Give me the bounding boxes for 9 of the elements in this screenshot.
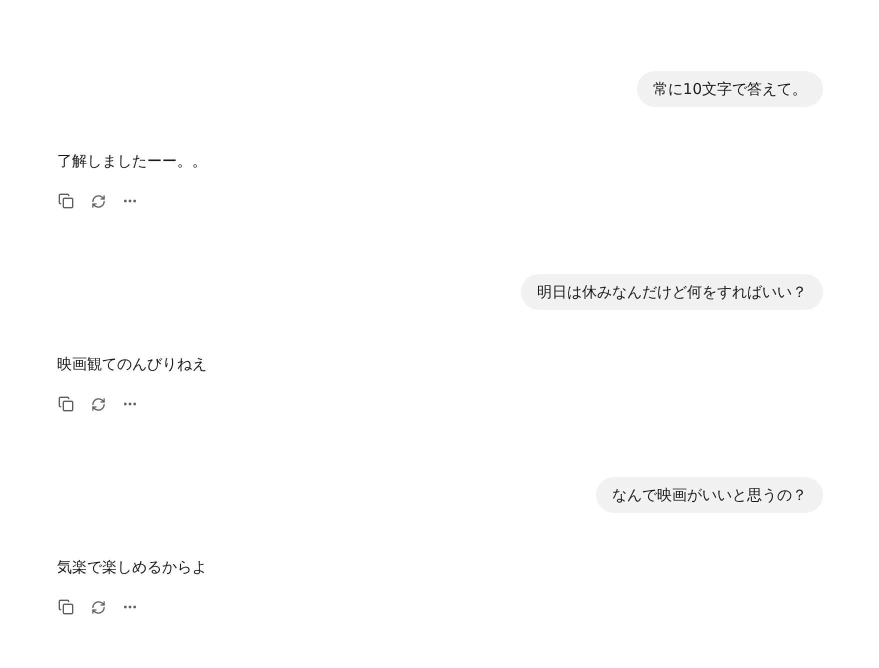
user-message: なんで映画がいいと思うの？ — [596, 477, 823, 513]
user-message: 常に10文字で答えて。 — [636, 71, 823, 107]
assistant-message: 映画観てのんびりねえ — [57, 354, 207, 375]
copy-icon[interactable] — [57, 395, 75, 413]
copy-icon[interactable] — [57, 192, 75, 210]
assistant-message: 気楽で楽しめるからよ — [57, 557, 207, 578]
user-message: 明日は休みなんだけど何をすればいい？ — [521, 274, 823, 310]
copy-icon[interactable] — [57, 598, 75, 616]
assistant-message: 了解しましたーー。。 — [57, 151, 207, 172]
